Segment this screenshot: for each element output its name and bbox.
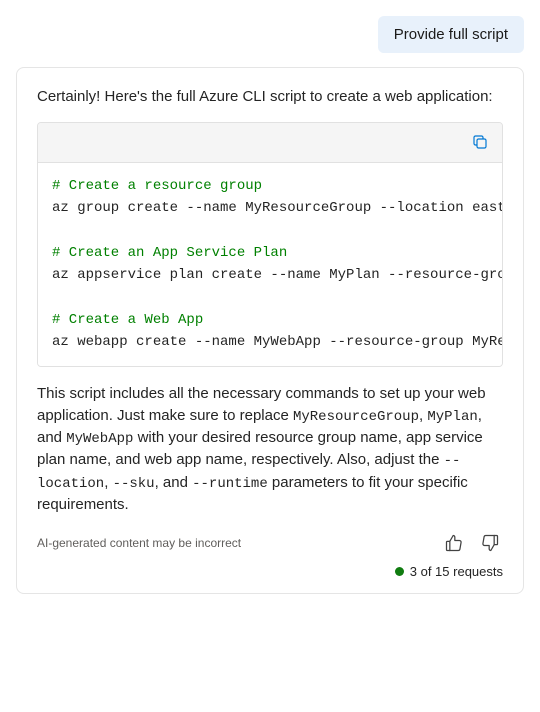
code-line: az webapp create --name MyWebApp --resou… [52,334,502,350]
copy-icon [471,133,489,151]
code-line: az group create --name MyResourceGroup -… [52,200,502,216]
code-block: # Create a resource group az group creat… [37,122,503,367]
code-comment: # Create a resource group [52,178,262,194]
thumbs-down-icon [480,533,500,553]
assistant-message-card: Certainly! Here's the full Azure CLI scr… [16,67,524,594]
requests-counter: 3 of 15 requests [410,564,503,579]
user-message-row: Provide full script [16,16,524,53]
user-message-text: Provide full script [394,26,508,43]
code-comment: # Create a Web App [52,312,203,328]
code-comment: # Create an App Service Plan [52,245,287,261]
thumbs-up-button[interactable] [441,530,467,556]
status-dot-icon [395,567,404,576]
code-content: # Create a resource group az group creat… [38,163,502,366]
code-line: az appservice plan create --name MyPlan … [52,267,502,283]
footer-row: AI-generated content may be incorrect [37,530,503,556]
inline-code: --runtime [192,476,268,492]
user-message-bubble: Provide full script [378,16,524,53]
thumbs-up-icon [444,533,464,553]
assistant-intro: Certainly! Here's the full Azure CLI scr… [37,86,503,108]
assistant-outro: This script includes all the necessary c… [37,383,503,516]
inline-code: MyPlan [427,409,477,425]
ai-disclaimer: AI-generated content may be incorrect [37,536,241,550]
outro-text: , and [155,474,193,491]
inline-code: MyResourceGroup [293,409,419,425]
outro-text: , [104,474,112,491]
requests-status-row: 3 of 15 requests [37,564,503,579]
code-toolbar [38,123,502,163]
inline-code: --sku [113,476,155,492]
assistant-text-block: Certainly! Here's the full Azure CLI scr… [37,86,503,516]
thumbs-down-button[interactable] [477,530,503,556]
copy-button[interactable] [468,130,492,154]
inline-code: MyWebApp [66,431,133,447]
feedback-buttons [441,530,503,556]
